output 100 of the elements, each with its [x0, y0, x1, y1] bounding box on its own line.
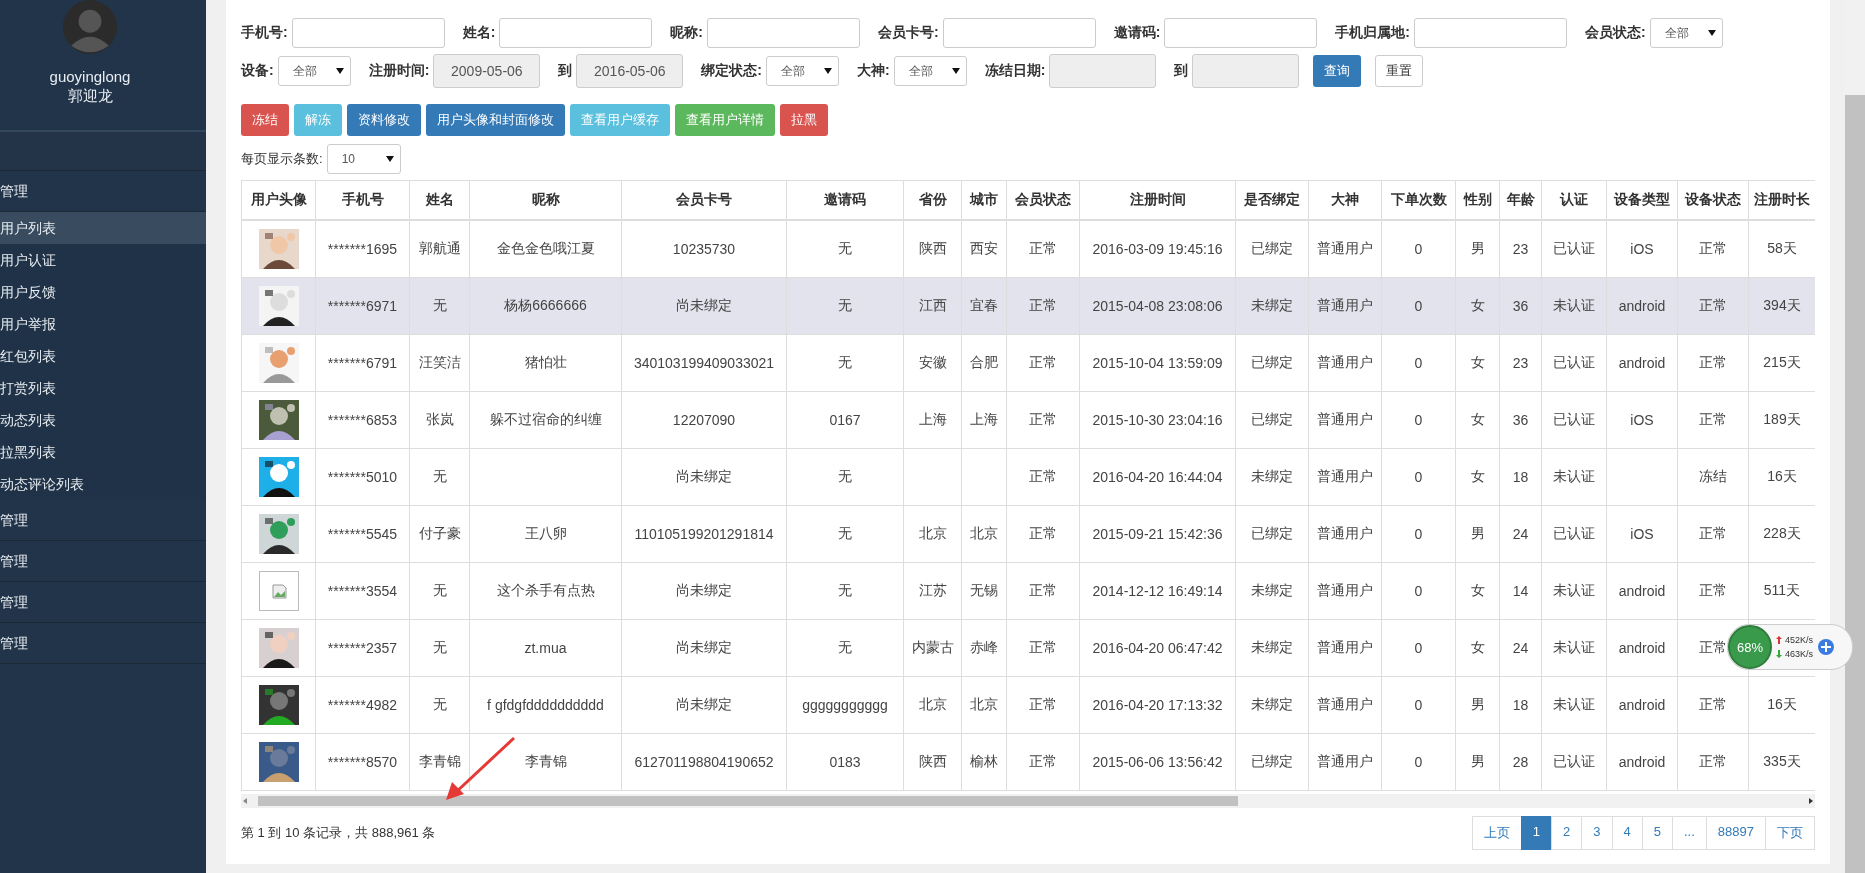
table-cell: 无 — [409, 448, 470, 506]
column-header[interactable]: 设备类型 — [1606, 180, 1678, 220]
action-button[interactable]: 拉黑 — [780, 104, 828, 136]
table-cell: 无锡 — [961, 562, 1007, 620]
caret-icon — [335, 68, 344, 74]
action-button[interactable]: 用户头像和封面修改 — [426, 104, 565, 136]
scroll-right-icon[interactable] — [1807, 797, 1815, 805]
filter-label: 姓名: — [462, 24, 496, 42]
table-cell: 未绑定 — [1235, 676, 1309, 734]
table-cell: 2016-03-09 19:45:16 — [1079, 220, 1236, 278]
table-cell: android — [1606, 733, 1678, 791]
column-header[interactable]: 省份 — [903, 180, 962, 220]
select-field[interactable]: 全部 — [1649, 18, 1723, 48]
table-cell: *******5010 — [315, 448, 410, 506]
column-header[interactable]: 下单次数 — [1381, 180, 1456, 220]
input-field[interactable] — [1414, 18, 1568, 48]
table-cell: 无 — [786, 220, 904, 278]
column-header[interactable]: 性别 — [1455, 180, 1500, 220]
menu-item[interactable]: 用户列表 — [0, 212, 206, 244]
table-cell: 正常 — [1006, 448, 1080, 506]
page-link[interactable]: 2 — [1551, 816, 1583, 850]
date-field[interactable] — [1049, 54, 1157, 88]
table-cell: android — [1606, 619, 1678, 677]
table-cell: 正常 — [1006, 391, 1080, 449]
input-field[interactable] — [499, 18, 653, 48]
table-cell: 西安 — [961, 220, 1007, 278]
table-cell: 已认证 — [1541, 220, 1607, 278]
table-cell: 杨杨6666666 — [469, 277, 622, 335]
column-header[interactable]: 用户头像 — [241, 180, 316, 220]
table-cell: 宜春 — [961, 277, 1007, 335]
table-cell: iOS — [1606, 391, 1678, 449]
page-link[interactable]: 上页 — [1471, 816, 1522, 850]
table-cell: 猪怕壮 — [469, 334, 622, 392]
page-link[interactable]: 1 — [1520, 816, 1553, 850]
column-header[interactable]: 注册时长 — [1748, 180, 1815, 220]
horizontal-scrollbar[interactable] — [241, 794, 1815, 808]
date-field[interactable] — [1192, 54, 1300, 88]
select-field[interactable]: 全部 — [277, 56, 351, 86]
plus-icon[interactable] — [1817, 638, 1836, 656]
table-cell: 24 — [1499, 619, 1542, 677]
column-header[interactable]: 邀请码 — [786, 180, 904, 220]
table-cell: 正常 — [1006, 733, 1080, 791]
input-field[interactable] — [291, 18, 445, 48]
page-link[interactable]: 4 — [1611, 816, 1643, 850]
table-cell: 正常 — [1677, 220, 1749, 278]
table-cell: android — [1606, 676, 1678, 734]
action-button[interactable]: 资料修改 — [347, 104, 421, 136]
table-cell: 付子豪 — [409, 505, 470, 563]
column-header[interactable]: 设备状态 — [1677, 180, 1749, 220]
page-link[interactable]: 88897 — [1705, 816, 1766, 850]
table-cell: *******8570 — [315, 733, 410, 791]
table-cell: 男 — [1455, 220, 1500, 278]
column-header[interactable]: 大神 — [1308, 180, 1382, 220]
table-cell: zt.mua — [469, 619, 622, 677]
table-cell: 正常 — [1677, 277, 1749, 335]
table-cell: 36 — [1499, 391, 1542, 449]
broken-image-icon — [258, 571, 299, 611]
column-header[interactable]: 会员状态 — [1006, 180, 1080, 220]
table-cell: 18 — [1499, 448, 1542, 506]
column-header[interactable]: 手机号 — [315, 180, 410, 220]
select-field[interactable]: 全部 — [766, 56, 839, 86]
column-header[interactable]: 注册时间 — [1079, 180, 1236, 220]
column-header[interactable]: 城市 — [961, 180, 1007, 220]
table-cell: 普通用户 — [1308, 220, 1382, 278]
input-field[interactable] — [1164, 18, 1318, 48]
table-cell: 已绑定 — [1235, 220, 1309, 278]
page-link[interactable]: 3 — [1581, 816, 1613, 850]
column-header[interactable]: 认证 — [1541, 180, 1607, 220]
filter-label: 昵称: — [670, 24, 703, 42]
input-field[interactable] — [942, 18, 1096, 48]
table-cell: 这个杀手有点热 — [469, 562, 622, 620]
select-field[interactable]: 全部 — [893, 56, 967, 86]
column-header[interactable]: 是否绑定 — [1235, 180, 1309, 220]
table-cell: 尚未绑定 — [621, 562, 787, 620]
page-size-select[interactable]: 10 — [326, 144, 401, 174]
page-link[interactable]: ... — [1672, 816, 1707, 850]
date-field[interactable]: 2016-05-06 — [576, 54, 684, 88]
filter-button[interactable]: 查询 — [1313, 55, 1362, 87]
table-cell: 0 — [1381, 391, 1456, 449]
column-header[interactable]: 姓名 — [409, 180, 470, 220]
input-field[interactable] — [707, 18, 860, 48]
filter-label: 绑定状态: — [701, 62, 762, 80]
scroll-left-icon[interactable] — [241, 797, 249, 805]
table-cell: android — [1606, 277, 1678, 335]
filter-label: 到 — [1174, 62, 1189, 80]
page-link[interactable]: 下页 — [1765, 816, 1815, 850]
table-cell: 正常 — [1006, 619, 1080, 677]
filter-label: 注册时间: — [368, 62, 430, 80]
filter-button[interactable]: 重置 — [1375, 55, 1424, 87]
table-cell: 正常 — [1006, 220, 1080, 278]
column-header[interactable]: 昵称 — [469, 180, 622, 220]
table-cell: 2016-04-20 17:13:32 — [1079, 676, 1236, 734]
page-link[interactable]: 5 — [1641, 816, 1673, 850]
action-button[interactable]: 冻结 — [241, 104, 289, 136]
column-header[interactable]: 会员卡号 — [621, 180, 787, 220]
column-header[interactable]: 年龄 — [1499, 180, 1542, 220]
caret-icon — [824, 68, 832, 74]
user-name: 郭迎龙 — [67, 87, 113, 106]
date-field[interactable]: 2009-05-06 — [433, 54, 541, 88]
table-cell: iOS — [1606, 505, 1678, 563]
